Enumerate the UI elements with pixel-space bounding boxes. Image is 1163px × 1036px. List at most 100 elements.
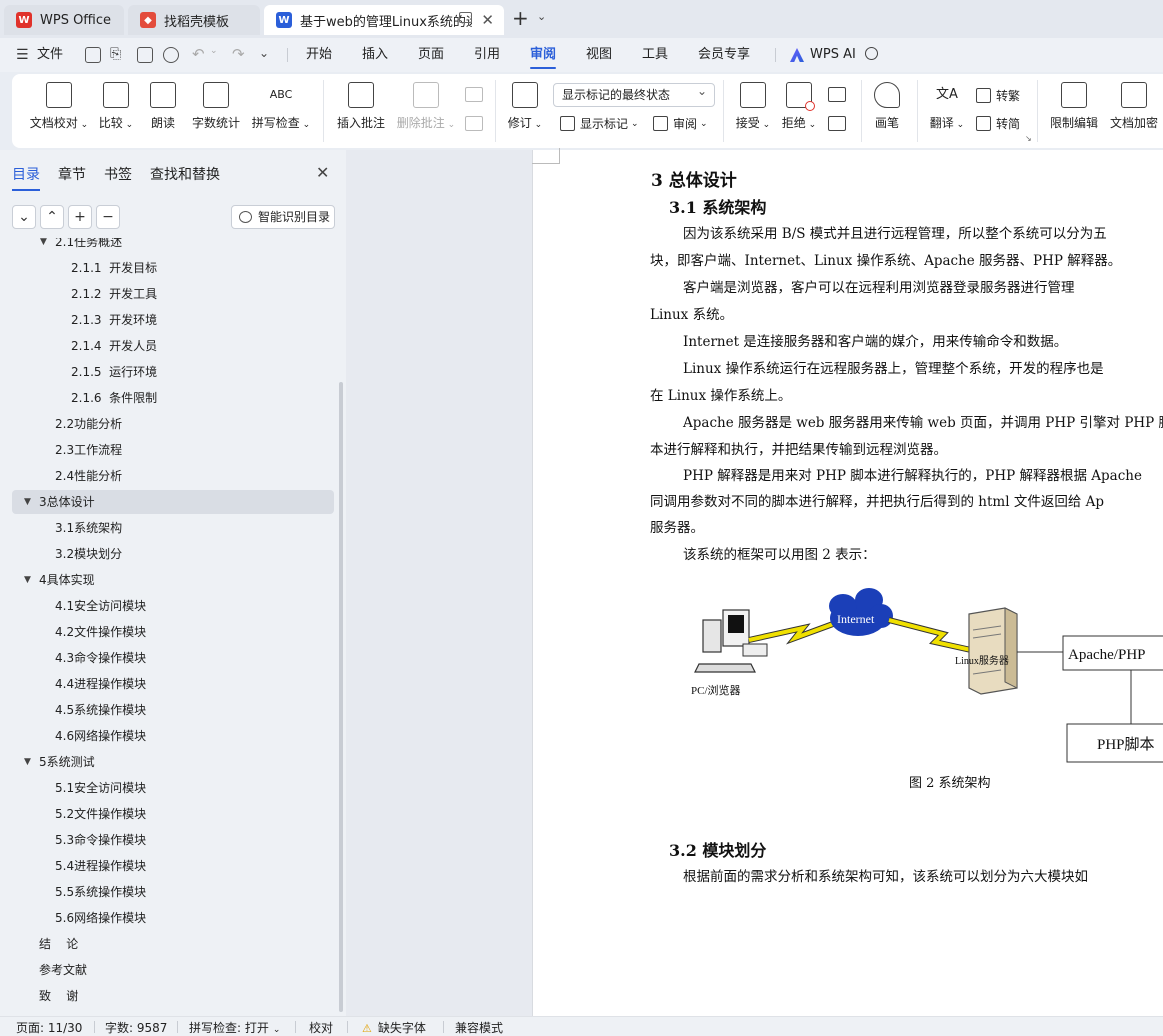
- toc-item[interactable]: 4.3命令操作模块: [12, 646, 334, 670]
- toc-item[interactable]: 4.6网络操作模块: [12, 724, 334, 748]
- toc-item[interactable]: ▼ 3总体设计: [12, 490, 334, 514]
- menu-start[interactable]: 开始: [306, 38, 332, 72]
- pen-button[interactable]: 画笔: [872, 82, 902, 131]
- save-icon[interactable]: [85, 47, 101, 63]
- spell-check-status[interactable]: 拼写检查: 打开 ⌄: [189, 1019, 280, 1036]
- collapse-all-button[interactable]: ⌄: [12, 205, 36, 229]
- toc-item[interactable]: 5.3命令操作模块: [12, 828, 334, 852]
- expand-arrow-icon[interactable]: ▼: [24, 490, 31, 514]
- word-count-button[interactable]: 字数统计: [190, 82, 242, 131]
- undo-dropdown-icon[interactable]: ⌄: [210, 46, 218, 56]
- toc-item[interactable]: 2.1.3 开发环境: [12, 308, 334, 332]
- missing-font-status[interactable]: ⚠ 缺失字体: [362, 1019, 426, 1036]
- menu-review[interactable]: 审阅: [530, 38, 557, 72]
- window-icon[interactable]: [459, 12, 472, 23]
- tab-find-replace[interactable]: 查找和替换: [150, 164, 220, 184]
- tab-wps-office[interactable]: W WPS Office: [4, 5, 124, 35]
- toc-item[interactable]: 2.1.6 条件限制: [12, 386, 334, 410]
- translate-button[interactable]: 文A 翻译 ⌄: [928, 82, 966, 131]
- expand-arrow-icon[interactable]: ▼: [24, 568, 31, 592]
- toc-item[interactable]: 结 论: [12, 932, 334, 956]
- remove-heading-button[interactable]: −: [96, 205, 120, 229]
- toc-item[interactable]: 4.4进程操作模块: [12, 672, 334, 696]
- toc-item[interactable]: 参考文献: [12, 958, 334, 982]
- to-simplified-button[interactable]: 转简: [976, 115, 1020, 132]
- spell-check-button[interactable]: ABC 拼写检查 ⌄: [250, 82, 312, 131]
- toc-item[interactable]: 2.2功能分析: [12, 412, 334, 436]
- tab-toc[interactable]: 目录: [12, 164, 40, 191]
- prev-comment-icon[interactable]: [465, 87, 483, 102]
- menu-view[interactable]: 视图: [586, 38, 612, 72]
- expand-arrow-icon[interactable]: ▼: [40, 238, 47, 254]
- menu-wps-ai[interactable]: WPS AI: [810, 38, 856, 72]
- toc-item[interactable]: ▼ 4具体实现: [12, 568, 334, 592]
- more-dropdown-icon[interactable]: ⌄: [259, 46, 269, 60]
- tab-sections[interactable]: 章节: [58, 164, 86, 184]
- doc-check-button[interactable]: 文档校对 ⌄: [29, 82, 89, 131]
- toc-item[interactable]: 4.2文件操作模块: [12, 620, 334, 644]
- menu-insert[interactable]: 插入: [362, 38, 388, 72]
- toc-item[interactable]: 4.1安全访问模块: [12, 594, 334, 618]
- document-page[interactable]: 3 总体设计 3.1 系统架构 因为该系统采用 B/S 模式并且进行远程管理，所…: [532, 148, 1163, 1016]
- toc-item[interactable]: 3.1系统架构: [12, 516, 334, 540]
- show-marks-button[interactable]: 显示标记 ⌄: [560, 115, 639, 132]
- toc-item[interactable]: 5.6网络操作模块: [12, 906, 334, 930]
- restrict-edit-button[interactable]: 限制编辑: [1048, 82, 1100, 131]
- toc-item[interactable]: ▼ 2.1任务概述: [12, 238, 334, 254]
- insert-comment-button[interactable]: 插入批注: [335, 82, 387, 131]
- toc-item[interactable]: 5.5系统操作模块: [12, 880, 334, 904]
- doc-encrypt-button[interactable]: 文档加密: [1108, 82, 1160, 131]
- toc-item[interactable]: 2.4性能分析: [12, 464, 334, 488]
- tab-template[interactable]: ◆ 找稻壳模板: [128, 5, 260, 35]
- menu-tools[interactable]: 工具: [642, 38, 668, 72]
- toc-item[interactable]: 2.3工作流程: [12, 438, 334, 462]
- undo-icon[interactable]: ↶: [192, 45, 205, 63]
- toc-scrollbar[interactable]: [339, 382, 343, 1012]
- read-aloud-button[interactable]: 朗读: [148, 82, 178, 131]
- menu-member[interactable]: 会员专享: [698, 38, 750, 72]
- page-indicator[interactable]: 页面: 11/30: [16, 1019, 82, 1036]
- add-heading-button[interactable]: +: [68, 205, 92, 229]
- smart-toc-button[interactable]: 智能识别目录: [231, 205, 335, 229]
- ribbon-expand-icon[interactable]: ↘: [1025, 134, 1032, 143]
- revise-button[interactable]: 修订 ⌄: [506, 82, 544, 131]
- review-pane-button[interactable]: 审阅 ⌄: [653, 115, 708, 132]
- toc-item[interactable]: 3.2模块划分: [12, 542, 334, 566]
- tab-list-chevron-icon[interactable]: ⌄: [537, 10, 546, 23]
- share-icon[interactable]: ⎘: [110, 46, 121, 62]
- tab-document[interactable]: W 基于web的管理Linux系统的远 ✕: [264, 5, 504, 35]
- menu-file[interactable]: 文件: [37, 38, 63, 72]
- toc-item[interactable]: 致 谢: [12, 984, 334, 1008]
- expand-up-button[interactable]: ⌃: [40, 205, 64, 229]
- toc-item[interactable]: 2.1.2 开发工具: [12, 282, 334, 306]
- next-revision-icon[interactable]: [828, 116, 846, 131]
- close-tab-icon[interactable]: ✕: [481, 11, 494, 29]
- toc-item[interactable]: ▼ 5系统测试: [12, 750, 334, 774]
- menu-page[interactable]: 页面: [418, 38, 444, 72]
- toc-item[interactable]: 2.1.5 运行环境: [12, 360, 334, 384]
- toc-item[interactable]: 2.1.4 开发人员: [12, 334, 334, 358]
- compare-button[interactable]: 比较 ⌄: [98, 82, 134, 131]
- print-icon[interactable]: [137, 47, 153, 63]
- delete-comment-button[interactable]: 删除批注 ⌄: [395, 82, 457, 131]
- close-pane-icon[interactable]: ✕: [316, 163, 329, 182]
- to-traditional-button[interactable]: 转繁: [976, 87, 1020, 104]
- hamburger-menu-icon[interactable]: ☰: [16, 47, 29, 63]
- redo-icon[interactable]: ↷: [232, 45, 245, 63]
- proof-status[interactable]: 校对: [309, 1019, 333, 1036]
- new-tab-icon[interactable]: +: [512, 6, 529, 30]
- toc-item[interactable]: 4.5系统操作模块: [12, 698, 334, 722]
- reject-button[interactable]: 拒绝 ⌄: [780, 82, 818, 131]
- print-preview-icon[interactable]: [163, 47, 179, 63]
- toc-item[interactable]: 5.2文件操作模块: [12, 802, 334, 826]
- wps-ai-icon[interactable]: [790, 48, 804, 62]
- tab-bookmarks[interactable]: 书签: [104, 164, 132, 184]
- toc-item[interactable]: 2.1.1 开发目标: [12, 256, 334, 280]
- accept-button[interactable]: 接受 ⌄: [734, 82, 772, 131]
- expand-arrow-icon[interactable]: ▼: [24, 750, 31, 774]
- toc-item[interactable]: 5.1安全访问模块: [12, 776, 334, 800]
- search-icon[interactable]: [865, 47, 878, 60]
- mark-state-select[interactable]: 显示标记的最终状态: [553, 80, 715, 107]
- prev-revision-icon[interactable]: [828, 87, 846, 102]
- next-comment-icon[interactable]: [465, 116, 483, 131]
